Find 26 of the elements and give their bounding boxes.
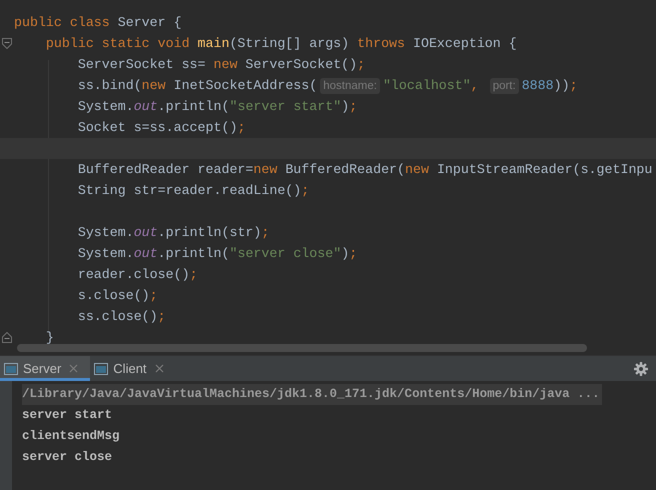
console-output: server start bbox=[22, 407, 114, 424]
console-output: server close bbox=[22, 449, 114, 466]
code-line: ss.close(); bbox=[76, 308, 166, 326]
code-line: reader.close(); bbox=[76, 266, 198, 284]
close-icon[interactable] bbox=[154, 364, 164, 373]
code-line: BufferedReader reader=new BufferedReader(new InputStreamReader(s.getInpu bbox=[76, 161, 652, 179]
horizontal-scrollbar[interactable] bbox=[17, 344, 587, 352]
run-tab[interactable]: Client bbox=[90, 356, 176, 381]
code-line: ServerSocket ss= new ServerSocket(); bbox=[76, 56, 366, 74]
code-line: ss.bind(new InetSocketAddress( hostname: "localhost", port: 8888)); bbox=[76, 76, 578, 96]
console-icon bbox=[4, 362, 18, 374]
code-line: String str=reader.readLine(); bbox=[76, 182, 310, 200]
settings-icon[interactable] bbox=[634, 362, 648, 376]
code-line: System.out.println("server start"); bbox=[76, 98, 358, 116]
code-line: System.out.println("server close"); bbox=[76, 245, 358, 263]
console-icon bbox=[94, 362, 108, 374]
code-line: public class Server { bbox=[14, 14, 182, 32]
code-line: s.close(); bbox=[76, 287, 158, 305]
code-line: public static void main(String[] args) throws IOException { bbox=[44, 35, 517, 53]
code-line: System.out.println(str); bbox=[76, 224, 270, 242]
console-output: clientsendMsg bbox=[22, 428, 121, 445]
code-line: Socket s=ss.accept(); bbox=[76, 119, 246, 137]
code-line: } bbox=[44, 329, 54, 347]
fold-icon[interactable] bbox=[2, 38, 12, 49]
run-tab[interactable]: Server bbox=[0, 356, 90, 381]
fold-icon[interactable] bbox=[2, 332, 12, 343]
